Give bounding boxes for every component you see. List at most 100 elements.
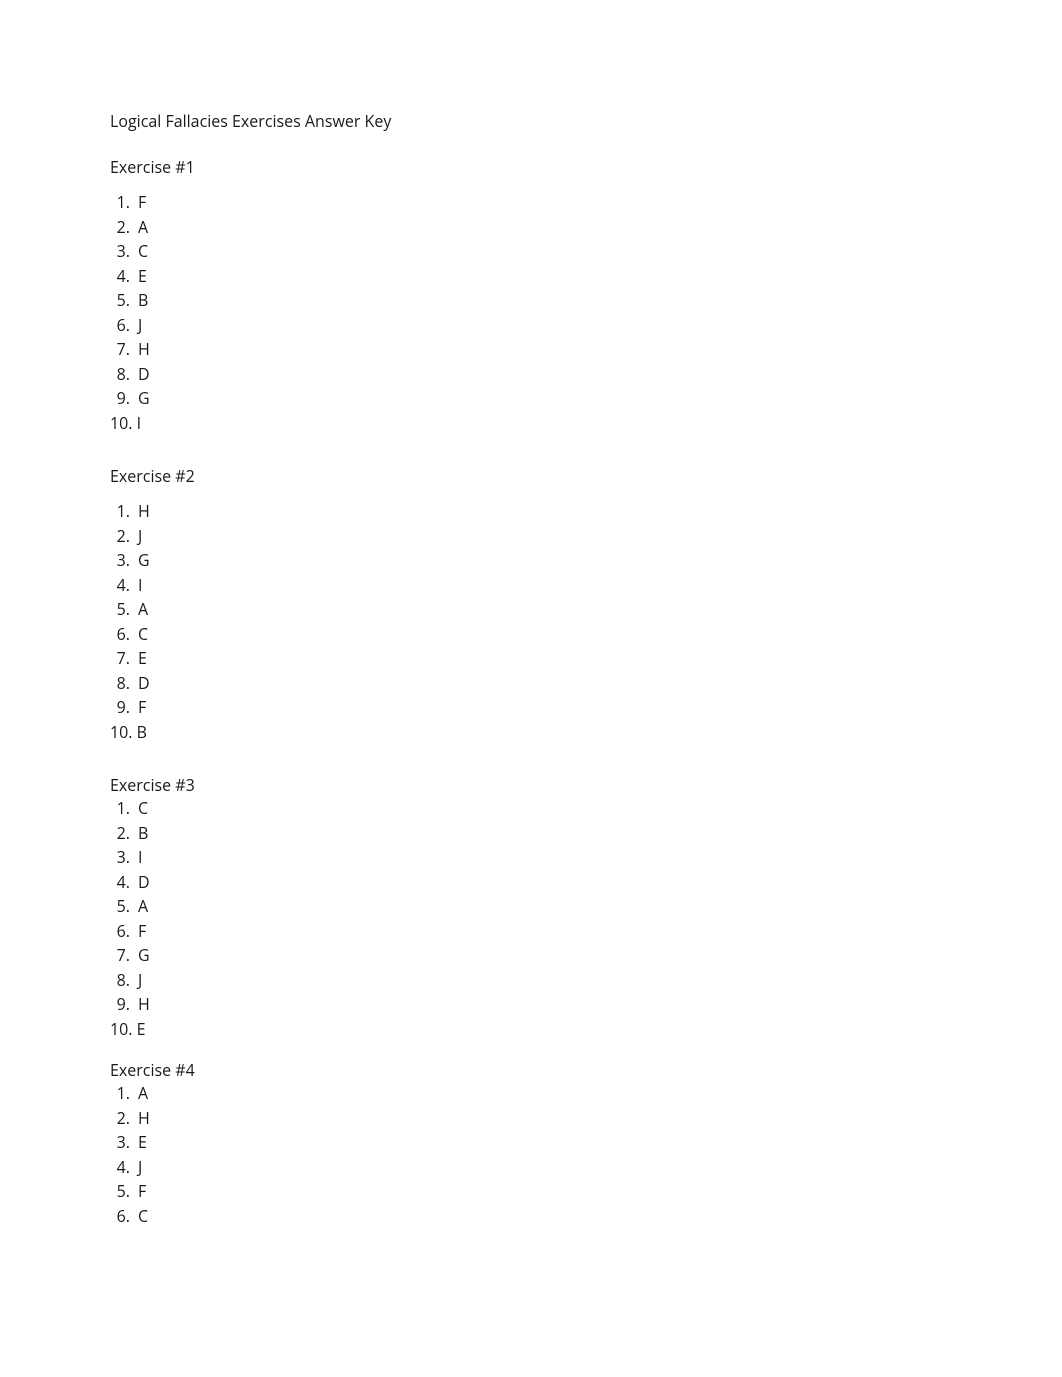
answer-number: 6. xyxy=(110,1204,134,1229)
answer-list: 1.C2.B3.I4.D5.A6.F7.G8.J9.H10. E xyxy=(110,796,1062,1041)
exercise-3-section: Exercise #3 1.C2.B3.I4.D5.A6.F7.G8.J9.H1… xyxy=(110,774,1062,1041)
answer-number: 1. xyxy=(110,499,134,524)
answer-number: 3. xyxy=(110,1130,134,1155)
answer-letter: G xyxy=(134,943,150,968)
answer-number: 4. xyxy=(110,870,134,895)
answer-number: 8. xyxy=(110,671,134,696)
answer-row: 2.A xyxy=(110,215,1062,240)
answer-letter: E xyxy=(134,646,147,671)
answer-row: 4.J xyxy=(110,1155,1062,1180)
answer-row: 3.G xyxy=(110,548,1062,573)
answer-number: 5. xyxy=(110,1179,134,1204)
answer-row: 2.H xyxy=(110,1106,1062,1131)
answer-letter: I xyxy=(134,845,142,870)
answer-list: 1.F2.A3.C4.E5.B6.J7.H8.D9.G10. I xyxy=(110,190,1062,435)
answer-letter: J xyxy=(134,968,142,993)
answer-row: 9.H xyxy=(110,992,1062,1017)
answer-number: 3. xyxy=(110,548,134,573)
answer-row: 10. E xyxy=(110,1017,1062,1042)
answer-letter: C xyxy=(134,622,148,647)
answer-letter: D xyxy=(134,671,150,696)
answer-letter: F xyxy=(134,919,146,944)
answer-letter: C xyxy=(134,796,148,821)
answer-letter: F xyxy=(134,190,146,215)
answer-row: 5.A xyxy=(110,597,1062,622)
answer-number: 5. xyxy=(110,894,134,919)
answer-row: 3.I xyxy=(110,845,1062,870)
answer-row: 8.D xyxy=(110,671,1062,696)
answer-letter: B xyxy=(134,821,148,846)
answer-number: 4. xyxy=(110,573,134,598)
answer-number: 2. xyxy=(110,524,134,549)
answer-row: 6.C xyxy=(110,622,1062,647)
answer-number: 3. xyxy=(110,239,134,264)
exercise-heading: Exercise #2 xyxy=(110,465,1062,487)
answer-row: 1.C xyxy=(110,796,1062,821)
answer-number: 1. xyxy=(110,190,134,215)
answer-letter: F xyxy=(134,695,146,720)
answer-number: 6. xyxy=(110,919,134,944)
answer-letter: C xyxy=(134,239,148,264)
answer-combined: 10. E xyxy=(110,1017,146,1042)
answer-row: 2.J xyxy=(110,524,1062,549)
answer-row: 4.E xyxy=(110,264,1062,289)
answer-row: 1.H xyxy=(110,499,1062,524)
exercise-heading: Exercise #1 xyxy=(110,156,1062,178)
answer-letter: D xyxy=(134,870,150,895)
answer-row: 3.C xyxy=(110,239,1062,264)
answer-row: 1.F xyxy=(110,190,1062,215)
answer-list: 1.A2.H3.E4.J5.F6.C xyxy=(110,1081,1062,1228)
answer-row: 4.I xyxy=(110,573,1062,598)
answer-number: 9. xyxy=(110,992,134,1017)
answer-number: 7. xyxy=(110,646,134,671)
answer-letter: G xyxy=(134,386,150,411)
answer-number: 9. xyxy=(110,695,134,720)
answer-letter: A xyxy=(134,215,148,240)
answer-number: 1. xyxy=(110,1081,134,1106)
answer-row: 6.F xyxy=(110,919,1062,944)
answer-number: 4. xyxy=(110,264,134,289)
answer-letter: F xyxy=(134,1179,146,1204)
answer-number: 4. xyxy=(110,1155,134,1180)
answer-letter: D xyxy=(134,362,150,387)
answer-number: 2. xyxy=(110,821,134,846)
answer-row: 5.A xyxy=(110,894,1062,919)
answer-number: 7. xyxy=(110,337,134,362)
answer-row: 5.F xyxy=(110,1179,1062,1204)
answer-number: 7. xyxy=(110,943,134,968)
answer-letter: H xyxy=(134,1106,150,1131)
answer-number: 3. xyxy=(110,845,134,870)
answer-row: 4.D xyxy=(110,870,1062,895)
answer-letter: J xyxy=(134,524,142,549)
answer-row: 6.J xyxy=(110,313,1062,338)
answer-list: 1.H2.J3.G4.I5.A6.C7.E8.D9.F10. B xyxy=(110,499,1062,744)
answer-letter: A xyxy=(134,1081,148,1106)
answer-letter: B xyxy=(134,288,148,313)
answer-letter: I xyxy=(134,573,142,598)
answer-letter: A xyxy=(134,597,148,622)
answer-number: 6. xyxy=(110,622,134,647)
answer-letter: J xyxy=(134,313,142,338)
exercise-2-section: Exercise #2 1.H2.J3.G4.I5.A6.C7.E8.D9.F1… xyxy=(110,465,1062,744)
answer-combined: 10. B xyxy=(110,720,147,745)
answer-number: 8. xyxy=(110,362,134,387)
answer-number: 6. xyxy=(110,313,134,338)
answer-row: 9.G xyxy=(110,386,1062,411)
answer-number: 5. xyxy=(110,597,134,622)
answer-letter: H xyxy=(134,499,150,524)
exercise-4-section: Exercise #4 1.A2.H3.E4.J5.F6.C xyxy=(110,1059,1062,1228)
answer-row: 10. B xyxy=(110,720,1062,745)
answer-row: 7.H xyxy=(110,337,1062,362)
answer-combined: 10. I xyxy=(110,411,141,436)
answer-number: 1. xyxy=(110,796,134,821)
answer-row: 3.E xyxy=(110,1130,1062,1155)
answer-row: 6.C xyxy=(110,1204,1062,1229)
answer-letter: H xyxy=(134,992,150,1017)
answer-letter: G xyxy=(134,548,150,573)
answer-row: 8.D xyxy=(110,362,1062,387)
answer-number: 5. xyxy=(110,288,134,313)
answer-number: 8. xyxy=(110,968,134,993)
answer-letter: J xyxy=(134,1155,142,1180)
page-title: Logical Fallacies Exercises Answer Key xyxy=(110,110,1062,132)
exercise-heading: Exercise #3 xyxy=(110,774,1062,796)
